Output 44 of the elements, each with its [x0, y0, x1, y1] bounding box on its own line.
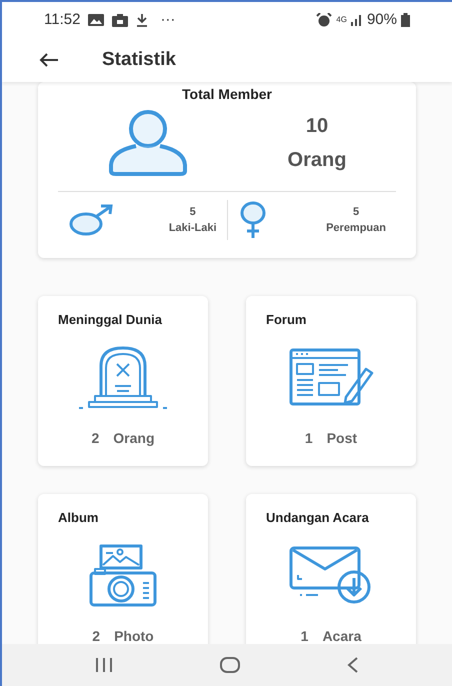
alarm-icon — [316, 13, 332, 27]
card-count: 2 — [92, 626, 100, 644]
statistic-card[interactable]: Undangan Acara 1 Acara — [246, 494, 416, 644]
gender-count: 5 — [352, 204, 360, 220]
battery-percentage: 90% — [366, 10, 397, 30]
gender-count: 5 — [190, 204, 196, 220]
statistic-card[interactable]: Album 2 Photo — [38, 494, 208, 644]
signal-icon — [350, 14, 363, 26]
male-symbol-icon — [68, 203, 114, 237]
download-icon — [136, 13, 148, 27]
more-notifications: ··· — [160, 10, 176, 30]
document-with-pencil-icon — [288, 346, 374, 408]
card-title: Total Member — [181, 85, 273, 104]
card-count: 1 — [304, 428, 313, 448]
back-icon[interactable] — [346, 657, 359, 673]
statistic-card[interactable]: Meninggal Dunia 2 Orang — [38, 296, 208, 466]
statistic-card[interactable]: Forum 1 Post — [246, 296, 416, 466]
card-unit: Post — [326, 428, 358, 448]
member-unit: Orang — [288, 148, 346, 173]
card-title: Undangan Acara — [266, 509, 369, 527]
card-count: 1 — [300, 626, 308, 644]
person-icon — [108, 109, 188, 177]
card-title: Album — [58, 509, 98, 527]
photo-icon — [112, 14, 128, 26]
recent-apps-icon[interactable] — [95, 657, 114, 673]
battery-icon — [401, 13, 410, 27]
home-icon[interactable] — [220, 657, 240, 673]
card-title: Forum — [266, 311, 306, 329]
member-count: 10 — [306, 114, 328, 139]
back-arrow-icon — [39, 52, 59, 68]
gender-label: Perempuan — [326, 221, 386, 236]
female-symbol-icon — [238, 200, 268, 240]
gender-label: Laki-Laki — [168, 221, 216, 236]
card-unit: Orang — [113, 428, 155, 448]
card-unit: Photo — [114, 626, 154, 644]
tombstone-icon — [77, 344, 169, 412]
image-icon — [88, 14, 104, 26]
card-title: Meninggal Dunia — [58, 311, 162, 329]
page-title: Statistik — [102, 48, 176, 72]
card-unit: Acara — [322, 626, 362, 644]
status-time: 11:52 — [44, 10, 80, 30]
network-type: 4G — [336, 14, 347, 26]
card-count: 2 — [91, 428, 100, 448]
camera-and-picture-icon — [87, 542, 159, 608]
